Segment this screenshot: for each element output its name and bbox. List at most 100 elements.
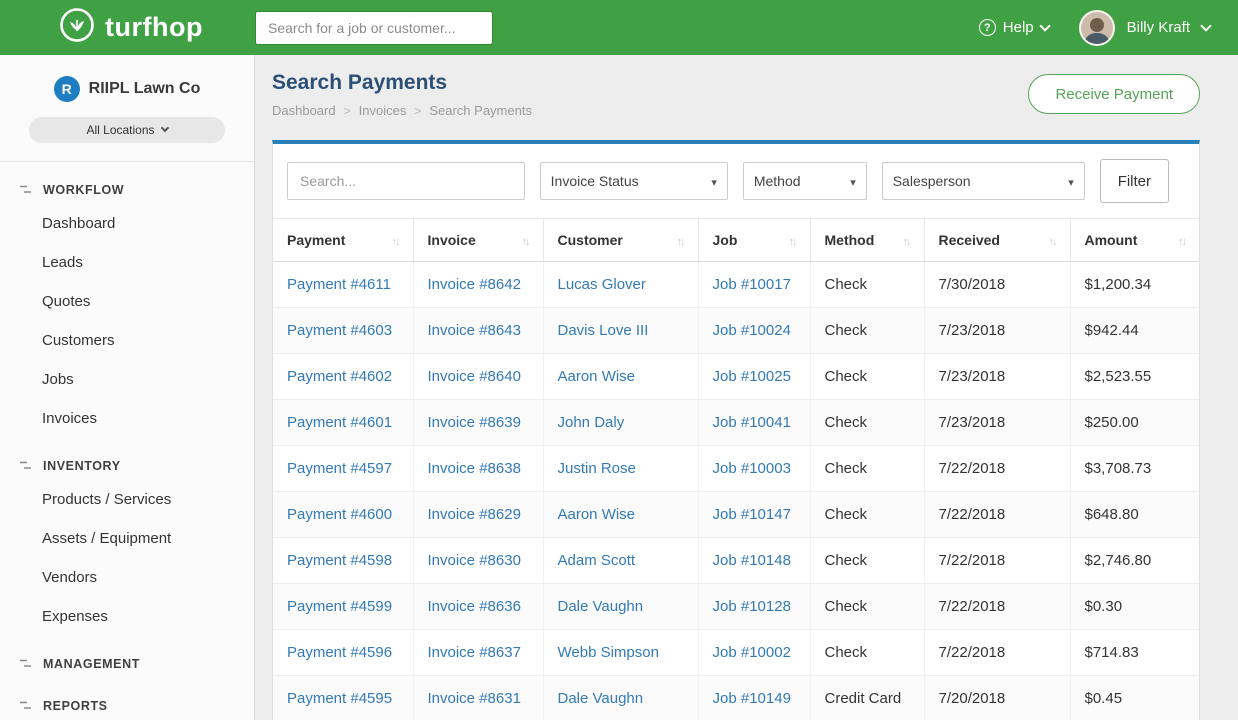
customer-link[interactable]: Justin Rose bbox=[558, 460, 636, 477]
job-link[interactable]: Job #10148 bbox=[713, 552, 791, 569]
customer-link[interactable]: Davis Love III bbox=[558, 322, 649, 339]
invoice-link[interactable]: Invoice #8639 bbox=[428, 414, 521, 431]
invoice-link[interactable]: Invoice #8631 bbox=[428, 690, 521, 707]
invoice-link[interactable]: Invoice #8638 bbox=[428, 460, 521, 477]
payment-link[interactable]: Payment #4598 bbox=[287, 552, 392, 569]
customer-link[interactable]: Aaron Wise bbox=[558, 368, 636, 385]
global-search-input[interactable] bbox=[255, 11, 493, 45]
sidebar-section-reports: REPORTS bbox=[0, 678, 254, 720]
company-logo: R bbox=[54, 76, 80, 102]
invoice-link[interactable]: Invoice #8640 bbox=[428, 368, 521, 385]
tree-icon bbox=[20, 699, 34, 713]
job-link[interactable]: Job #10003 bbox=[713, 460, 791, 477]
company-header: R RIIPL Lawn Co bbox=[0, 55, 254, 102]
payment-link[interactable]: Payment #4601 bbox=[287, 414, 392, 431]
received-cell: 7/22/2018 bbox=[924, 491, 1070, 537]
user-menu[interactable]: Billy Kraft bbox=[1079, 10, 1210, 46]
customer-link[interactable]: Webb Simpson bbox=[558, 644, 659, 661]
receive-payment-button[interactable]: Receive Payment bbox=[1028, 74, 1200, 114]
sidebar-item-jobs[interactable]: Jobs bbox=[0, 360, 254, 399]
payment-link[interactable]: Payment #4597 bbox=[287, 460, 392, 477]
brand[interactable]: turfhop bbox=[0, 6, 255, 49]
payments-table-body: Payment #4611 Invoice #8642 Lucas Glover… bbox=[273, 261, 1199, 720]
amount-cell: $714.83 bbox=[1070, 629, 1199, 675]
payment-link[interactable]: Payment #4599 bbox=[287, 598, 392, 615]
payment-link[interactable]: Payment #4611 bbox=[287, 276, 391, 293]
filter-button[interactable]: Filter bbox=[1100, 159, 1169, 203]
column-header-customer[interactable]: Customer bbox=[543, 219, 698, 261]
sidebar-item-vendors[interactable]: Vendors bbox=[0, 558, 254, 597]
invoice-link[interactable]: Invoice #8642 bbox=[428, 276, 521, 293]
column-header-payment[interactable]: Payment bbox=[273, 219, 413, 261]
help-menu[interactable]: Help bbox=[979, 19, 1049, 36]
sidebar-item-quotes[interactable]: Quotes bbox=[0, 282, 254, 321]
locations-dropdown[interactable]: All Locations bbox=[29, 117, 225, 143]
tree-icon bbox=[20, 657, 34, 671]
breadcrumb-invoices[interactable]: Invoices bbox=[359, 103, 407, 118]
sidebar-section-management: MANAGEMENT bbox=[0, 636, 254, 678]
customer-link[interactable]: Dale Vaughn bbox=[558, 598, 644, 615]
sort-icon bbox=[903, 232, 910, 248]
job-link[interactable]: Job #10041 bbox=[713, 414, 791, 431]
column-header-amount[interactable]: Amount bbox=[1070, 219, 1199, 261]
customer-cell: Aaron Wise bbox=[543, 353, 698, 399]
table-search-input[interactable] bbox=[287, 162, 525, 200]
invoice-link[interactable]: Invoice #8643 bbox=[428, 322, 521, 339]
customer-cell: Dale Vaughn bbox=[543, 583, 698, 629]
sidebar-item-products-services[interactable]: Products / Services bbox=[0, 480, 254, 519]
job-link[interactable]: Job #10024 bbox=[713, 322, 791, 339]
section-label: REPORTS bbox=[43, 699, 108, 713]
customer-link[interactable]: John Daly bbox=[558, 414, 625, 431]
breadcrumb-separator: > bbox=[414, 104, 421, 118]
customer-link[interactable]: Dale Vaughn bbox=[558, 690, 644, 707]
table-row: Payment #4600 Invoice #8629 Aaron Wise J… bbox=[273, 491, 1199, 537]
sidebar: R RIIPL Lawn Co All Locations WORKFLOW D… bbox=[0, 55, 255, 720]
sidebar-item-dashboard[interactable]: Dashboard bbox=[0, 204, 254, 243]
invoice-link[interactable]: Invoice #8637 bbox=[428, 644, 521, 661]
help-icon bbox=[979, 19, 996, 36]
column-header-received[interactable]: Received bbox=[924, 219, 1070, 261]
sidebar-item-invoices[interactable]: Invoices bbox=[0, 399, 254, 438]
table-row: Payment #4598 Invoice #8630 Adam Scott J… bbox=[273, 537, 1199, 583]
company-name: RIIPL Lawn Co bbox=[89, 80, 201, 98]
job-cell: Job #10002 bbox=[698, 629, 810, 675]
payment-link[interactable]: Payment #4600 bbox=[287, 506, 392, 523]
customer-link[interactable]: Adam Scott bbox=[558, 552, 636, 569]
invoice-link[interactable]: Invoice #8630 bbox=[428, 552, 521, 569]
invoice-link[interactable]: Invoice #8629 bbox=[428, 506, 521, 523]
job-link[interactable]: Job #10017 bbox=[713, 276, 791, 293]
payment-link[interactable]: Payment #4595 bbox=[287, 690, 392, 707]
column-header-job[interactable]: Job bbox=[698, 219, 810, 261]
sidebar-item-expenses[interactable]: Expenses bbox=[0, 597, 254, 636]
sidebar-item-customers[interactable]: Customers bbox=[0, 321, 254, 360]
invoice-link[interactable]: Invoice #8636 bbox=[428, 598, 521, 615]
sidebar-item-assets-equipment[interactable]: Assets / Equipment bbox=[0, 519, 254, 558]
method-cell: Check bbox=[810, 307, 924, 353]
sidebar-item-leads[interactable]: Leads bbox=[0, 243, 254, 282]
method-select[interactable]: Method bbox=[743, 162, 867, 200]
payment-link[interactable]: Payment #4596 bbox=[287, 644, 392, 661]
job-link[interactable]: Job #10149 bbox=[713, 690, 791, 707]
received-cell: 7/22/2018 bbox=[924, 537, 1070, 583]
column-header-invoice[interactable]: Invoice bbox=[413, 219, 543, 261]
invoice-cell: Invoice #8637 bbox=[413, 629, 543, 675]
job-link[interactable]: Job #10025 bbox=[713, 368, 791, 385]
customer-cell: Aaron Wise bbox=[543, 491, 698, 537]
payment-link[interactable]: Payment #4603 bbox=[287, 322, 392, 339]
breadcrumb-current: Search Payments bbox=[429, 103, 532, 118]
customer-link[interactable]: Aaron Wise bbox=[558, 506, 636, 523]
customer-link[interactable]: Lucas Glover bbox=[558, 276, 646, 293]
method-cell: Check bbox=[810, 399, 924, 445]
column-header-method[interactable]: Method bbox=[810, 219, 924, 261]
job-link[interactable]: Job #10128 bbox=[713, 598, 791, 615]
received-cell: 7/30/2018 bbox=[924, 261, 1070, 307]
salesperson-select[interactable]: Salesperson bbox=[882, 162, 1085, 200]
job-link[interactable]: Job #10002 bbox=[713, 644, 791, 661]
invoice-status-select[interactable]: Invoice Status bbox=[540, 162, 728, 200]
job-link[interactable]: Job #10147 bbox=[713, 506, 791, 523]
breadcrumb-dashboard[interactable]: Dashboard bbox=[272, 103, 336, 118]
payment-cell: Payment #4596 bbox=[273, 629, 413, 675]
payment-link[interactable]: Payment #4602 bbox=[287, 368, 392, 385]
payments-table: Payment Invoice Customer Job Method bbox=[273, 219, 1199, 720]
payment-cell: Payment #4603 bbox=[273, 307, 413, 353]
